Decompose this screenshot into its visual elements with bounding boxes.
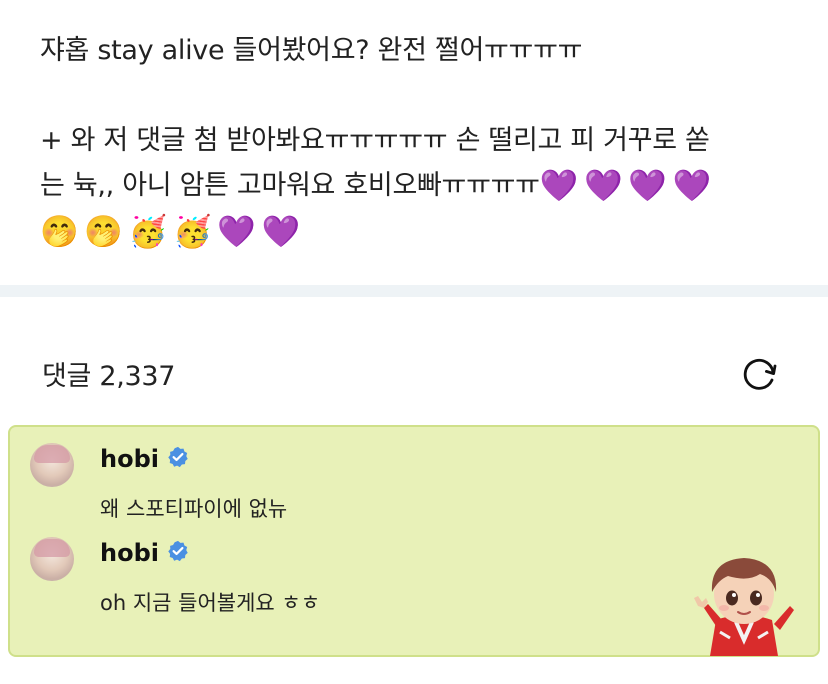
purple-heart-emoji: 💜 — [584, 168, 623, 204]
purple-heart-emoji: 💜 — [539, 168, 579, 204]
character-sticker-icon — [694, 558, 794, 656]
hand-over-mouth-emoji: 🤭 — [40, 214, 79, 250]
comment-username[interactable]: hobi — [100, 539, 159, 567]
partying-face-emoji: 🥳 — [128, 214, 168, 250]
post-line-4: 🤭 🤭 🥳 🥳 💜 💜 — [40, 209, 800, 255]
verified-badge-icon — [168, 446, 188, 468]
comment-count: 댓글 2,337 — [42, 361, 176, 392]
verified-badge-icon — [168, 540, 188, 562]
hand-over-mouth-emoji: 🤭 — [84, 214, 123, 250]
comment-username[interactable]: hobi — [100, 445, 159, 473]
partying-face-emoji: 🥳 — [172, 214, 212, 250]
purple-heart-emoji: 💜 — [217, 214, 256, 250]
refresh-icon — [743, 358, 777, 390]
section-divider — [0, 285, 828, 297]
post-body: 쟈홉 stay alive 들어봤어요? 완전 쩔어ㅠㅠㅠㅠ + 와 저 댓글 … — [40, 28, 800, 255]
comment-item: hobi oh 지금 들어볼게요 ㅎㅎ — [30, 537, 430, 617]
purple-heart-emoji: 💜 — [672, 168, 712, 204]
avatar[interactable] — [30, 443, 74, 487]
post-line-3-text: 는 뉵,, 아니 암튼 고마워요 호비오빠ㅠㅠㅠㅠ — [40, 170, 540, 201]
avatar[interactable] — [30, 537, 74, 581]
refresh-button[interactable] — [740, 355, 780, 395]
purple-heart-emoji: 💜 — [628, 168, 667, 204]
post-spacer — [40, 73, 800, 118]
purple-heart-emoji: 💜 — [261, 214, 301, 250]
comment-text: oh 지금 들어볼게요 ㅎㅎ — [100, 591, 321, 615]
comment-text: 왜 스포티파이에 없뉴 — [100, 497, 288, 521]
post-line-1: 쟈홉 stay alive 들어봤어요? 완전 쩔어ㅠㅠㅠㅠ — [40, 35, 583, 66]
comment-item: hobi 왜 스포티파이에 없뉴 — [30, 443, 430, 523]
post-line-3: 는 뉵,, 아니 암튼 고마워요 호비오빠ㅠㅠㅠㅠ💜 💜 💜 💜 — [40, 163, 800, 209]
post-line-2: + 와 저 댓글 첨 받아봐요ㅠㅠㅠㅠㅠ 손 떨리고 피 거꾸로 쏟 — [40, 125, 710, 156]
